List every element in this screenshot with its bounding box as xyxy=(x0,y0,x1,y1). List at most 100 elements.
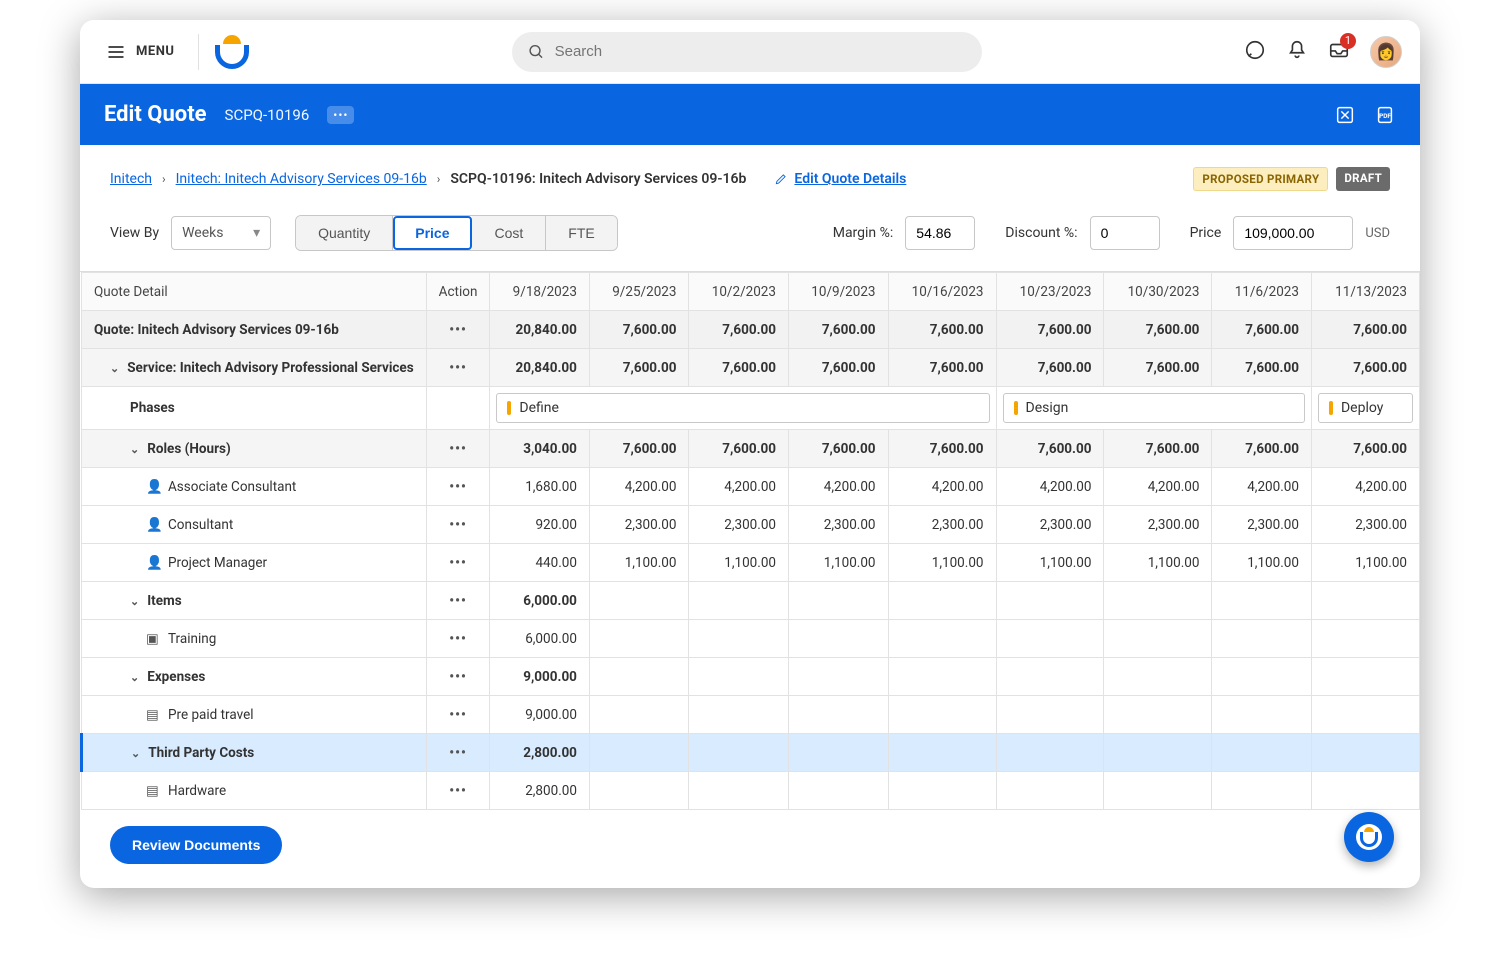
col-quote-detail: Quote Detail xyxy=(82,273,427,311)
row-actions-button[interactable]: ••• xyxy=(449,745,467,761)
footer-bar: Review Documents xyxy=(80,810,1420,888)
tab-quantity[interactable]: Quantity xyxy=(296,216,393,250)
phase-deploy[interactable]: Deploy xyxy=(1318,393,1413,423)
table-row-roles[interactable]: ⌄Roles (Hours) ••• 3,040.00 7,600.00 7,6… xyxy=(82,430,1420,468)
table-row-items[interactable]: ⌄Items ••• 6,000.00 xyxy=(82,582,1420,620)
table-row-service[interactable]: ⌄Service: Initech Advisory Professional … xyxy=(82,349,1420,387)
tab-fte[interactable]: FTE xyxy=(546,216,616,250)
cube-icon: ▣ xyxy=(146,631,160,647)
inbox-badge: 1 xyxy=(1340,33,1356,49)
notifications-button[interactable] xyxy=(1286,39,1308,65)
row-actions-button[interactable]: ••• xyxy=(449,555,467,571)
row-actions-button[interactable]: ••• xyxy=(449,707,467,723)
price-label: Price xyxy=(1190,225,1222,241)
col-action: Action xyxy=(426,273,490,311)
chevron-right-icon: › xyxy=(162,172,166,186)
export-pdf-icon[interactable]: PDF xyxy=(1374,104,1396,126)
row-actions-button[interactable]: ••• xyxy=(449,631,467,647)
breadcrumb-link-2[interactable]: Initech: Initech Advisory Services 09-16… xyxy=(176,171,427,187)
breadcrumb: Initech › Initech: Initech Advisory Serv… xyxy=(80,145,1420,201)
table-row-expense[interactable]: ▤Pre paid travel ••• 9,000.00 xyxy=(82,696,1420,734)
chevron-down-icon: ▾ xyxy=(253,225,260,241)
tab-price[interactable]: Price xyxy=(393,216,472,250)
chevron-down-icon[interactable]: ⌄ xyxy=(110,362,119,375)
main-menu-button[interactable]: MENU xyxy=(98,36,182,68)
export-excel-icon[interactable] xyxy=(1334,104,1356,126)
table-row-phases: Phases Define Design Deploy xyxy=(82,387,1420,430)
global-search[interactable] xyxy=(512,32,982,72)
row-actions-button[interactable]: ••• xyxy=(449,322,467,338)
row-actions-button[interactable]: ••• xyxy=(449,517,467,533)
bell-icon xyxy=(1286,39,1308,61)
table-row-expenses[interactable]: ⌄Expenses ••• 9,000.00 xyxy=(82,658,1420,696)
row-actions-button[interactable]: ••• xyxy=(449,360,467,376)
margin-input[interactable] xyxy=(905,216,975,250)
edit-quote-details-link[interactable]: Edit Quote Details xyxy=(774,171,906,187)
table-row-role[interactable]: 👤Consultant ••• 920.00 2,300.00 2,300.00… xyxy=(82,506,1420,544)
table-header-row: Quote Detail Action 9/18/2023 9/25/2023 … xyxy=(82,273,1420,311)
menu-label: MENU xyxy=(136,44,174,59)
receipt-icon: ▤ xyxy=(146,783,160,799)
col-date: 10/23/2023 xyxy=(996,273,1104,311)
col-date: 9/18/2023 xyxy=(490,273,590,311)
table-row-third-party-item[interactable]: ▤Hardware ••• 2,800.00 xyxy=(82,772,1420,810)
receipt-icon: ▤ xyxy=(146,707,160,723)
phase-design[interactable]: Design xyxy=(1003,393,1305,423)
review-documents-button[interactable]: Review Documents xyxy=(110,826,282,864)
page-header: Edit Quote SCPQ-10196 ••• PDF xyxy=(80,84,1420,145)
col-date: 10/2/2023 xyxy=(689,273,789,311)
row-actions-button[interactable]: ••• xyxy=(449,783,467,799)
person-icon: 👤 xyxy=(146,555,160,571)
hamburger-icon xyxy=(106,42,126,62)
inbox-button[interactable]: 1 xyxy=(1328,39,1350,65)
avatar[interactable]: 👩 xyxy=(1370,36,1402,68)
top-app-bar: MENU 1 👩 xyxy=(80,20,1420,84)
chevron-down-icon[interactable]: ⌄ xyxy=(131,747,140,760)
workday-logo-icon[interactable] xyxy=(215,35,249,69)
person-icon: 👤 xyxy=(146,517,160,533)
chevron-down-icon[interactable]: ⌄ xyxy=(130,443,139,456)
pencil-icon xyxy=(774,172,788,186)
status-badge-primary: PROPOSED PRIMARY xyxy=(1193,167,1328,191)
breadcrumb-current: SCPQ-10196: Initech Advisory Services 09… xyxy=(450,171,746,187)
table-row-third-party[interactable]: ⌄Third Party Costs ••• 2,800.00 xyxy=(82,734,1420,772)
discount-label: Discount %: xyxy=(1005,225,1077,241)
svg-text:PDF: PDF xyxy=(1379,111,1391,119)
margin-label: Margin %: xyxy=(833,225,894,241)
col-date: 10/9/2023 xyxy=(789,273,889,311)
page-title: Edit Quote xyxy=(104,102,207,127)
view-by-select[interactable]: Weeks ▾ xyxy=(171,216,271,250)
table-row-quote[interactable]: Quote: Initech Advisory Services 09-16b … xyxy=(82,311,1420,349)
row-actions-button[interactable]: ••• xyxy=(449,441,467,457)
col-date: 11/6/2023 xyxy=(1212,273,1312,311)
table-row-role[interactable]: 👤Project Manager ••• 440.00 1,100.00 1,1… xyxy=(82,544,1420,582)
chat-button[interactable] xyxy=(1244,39,1266,65)
currency-label: USD xyxy=(1365,226,1390,241)
col-date: 10/16/2023 xyxy=(888,273,996,311)
view-by-label: View By xyxy=(110,225,159,241)
quote-detail-grid[interactable]: Quote Detail Action 9/18/2023 9/25/2023 … xyxy=(80,271,1420,810)
breadcrumb-link-1[interactable]: Initech xyxy=(110,171,152,187)
col-date: 9/25/2023 xyxy=(589,273,689,311)
table-row-role[interactable]: 👤Associate Consultant ••• 1,680.00 4,200… xyxy=(82,468,1420,506)
row-actions-button[interactable]: ••• xyxy=(449,669,467,685)
quote-id: SCPQ-10196 xyxy=(225,106,310,124)
metric-toggle-group: Quantity Price Cost FTE xyxy=(295,215,618,251)
status-badge-draft: DRAFT xyxy=(1336,167,1390,191)
tab-cost[interactable]: Cost xyxy=(472,216,546,250)
table-row-item[interactable]: ▣Training ••• 6,000.00 xyxy=(82,620,1420,658)
price-input[interactable] xyxy=(1233,216,1353,250)
row-actions-button[interactable]: ••• xyxy=(449,479,467,495)
chevron-right-icon: › xyxy=(437,172,441,186)
chevron-down-icon[interactable]: ⌄ xyxy=(130,595,139,608)
header-more-button[interactable]: ••• xyxy=(327,106,354,124)
col-date: 11/13/2023 xyxy=(1311,273,1419,311)
search-input[interactable] xyxy=(555,43,966,60)
help-fab[interactable] xyxy=(1344,812,1394,862)
chat-icon xyxy=(1244,39,1266,61)
phase-define[interactable]: Define xyxy=(496,393,989,423)
chevron-down-icon[interactable]: ⌄ xyxy=(130,671,139,684)
discount-input[interactable] xyxy=(1090,216,1160,250)
row-actions-button[interactable]: ••• xyxy=(449,593,467,609)
workday-logo-icon xyxy=(1356,824,1382,850)
